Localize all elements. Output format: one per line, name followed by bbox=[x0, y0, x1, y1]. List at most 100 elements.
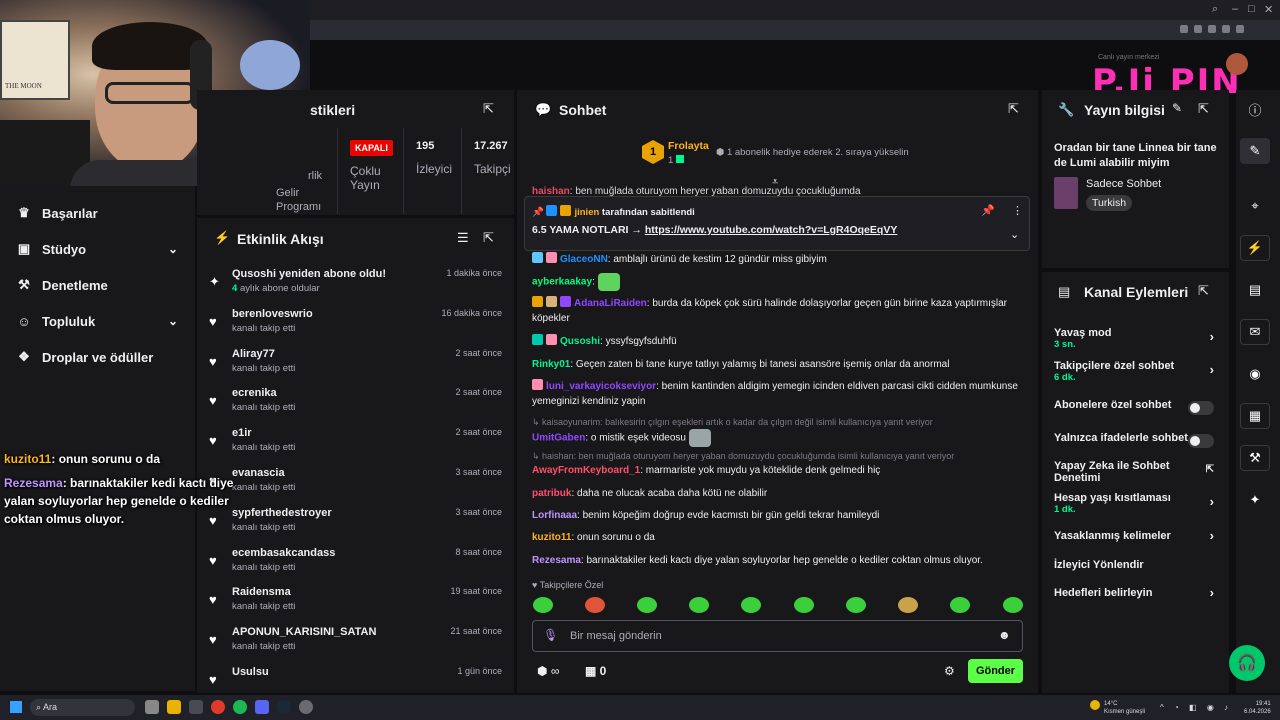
activity-name[interactable]: ecrenika bbox=[232, 387, 277, 399]
chat-username[interactable]: haishan bbox=[532, 186, 570, 196]
clock[interactable]: 19:41 6.04.2026 bbox=[1244, 700, 1271, 716]
microphone-icon[interactable]: 🎙 bbox=[543, 628, 558, 642]
lightning-icon[interactable]: ⚡ bbox=[1240, 235, 1270, 261]
action-goals[interactable]: Hedefleri belirleyin › bbox=[1054, 585, 1218, 600]
chevron-down-icon[interactable]: ⌄ bbox=[168, 314, 178, 328]
chat-username[interactable]: GlaceoNN bbox=[560, 254, 608, 265]
task-view-icon[interactable] bbox=[145, 700, 159, 714]
emote-icon[interactable] bbox=[1003, 597, 1023, 613]
reply-context[interactable]: ↳ haishan: ben muğlada oturuyom heryer y… bbox=[532, 451, 1022, 462]
activity-item[interactable]: ♥ Raidensma kanalı takip etti 19 saat önce bbox=[205, 586, 510, 626]
edit-icon[interactable]: ✎ bbox=[1240, 138, 1270, 164]
emote-icon[interactable] bbox=[689, 597, 709, 613]
activity-name[interactable]: e1ir bbox=[232, 427, 252, 439]
system-tray-icons[interactable]: ^ ◔ ◧ ◉ ♪ bbox=[1160, 703, 1232, 712]
pinned-link[interactable]: https://www.youtube.com/watch?v=LgR4OqeE… bbox=[645, 224, 898, 236]
search-icon[interactable]: ⌕ bbox=[1212, 3, 1218, 16]
chat-username[interactable]: AwayFromKeyboard_1 bbox=[532, 465, 640, 476]
emote-only-toggle[interactable] bbox=[1188, 434, 1214, 448]
emote-icon[interactable] bbox=[794, 597, 814, 613]
maximize-icon[interactable]: □ bbox=[1248, 3, 1255, 15]
activity-item[interactable]: ♥ berenloveswrio kanalı takip etti 16 dakik… bbox=[205, 308, 510, 348]
activity-name[interactable]: Usulsu bbox=[232, 666, 269, 678]
unpin-icon[interactable]: 📌 bbox=[981, 204, 995, 217]
popout-icon[interactable]: ⇱ bbox=[1008, 101, 1019, 117]
action-ai-moderation[interactable]: Yapay Zeka ile Sohbet Denetimi ⇱ bbox=[1054, 460, 1218, 484]
popout-icon[interactable]: ⇱ bbox=[1198, 101, 1209, 117]
emote-icon[interactable] bbox=[846, 597, 866, 613]
activity-item[interactable]: ♥ ecembasakcandass kanalı takip etti 8 saat… bbox=[205, 547, 510, 587]
taskbar-search[interactable]: ⌕ Ara bbox=[30, 699, 135, 716]
action-emote-only[interactable]: Yalnızca ifadelerle sohbet bbox=[1054, 432, 1218, 448]
chat-username[interactable]: patribuk bbox=[532, 488, 571, 499]
file-explorer-icon[interactable] bbox=[167, 700, 181, 714]
activity-item[interactable]: ♥ Aliray77 kanalı takip etti 2 saat önce bbox=[205, 348, 510, 388]
activity-item[interactable]: ♥ APONUN_KARISINI_SATAN kanalı takip etti 2… bbox=[205, 626, 510, 666]
category-name[interactable]: Sadece Sohbet bbox=[1086, 178, 1161, 190]
help-support-button[interactable]: 🎧 bbox=[1229, 645, 1265, 681]
info-icon[interactable]: ⓘ bbox=[1240, 96, 1270, 122]
close-icon[interactable]: ✕ bbox=[1264, 3, 1273, 16]
tag-badge[interactable]: Turkish bbox=[1086, 195, 1133, 211]
browser-extension-icons[interactable] bbox=[1180, 25, 1270, 35]
weather-widget[interactable]: 14°C Kısmen güneşli bbox=[1104, 700, 1145, 716]
chat-username[interactable]: UmitGaben bbox=[532, 433, 585, 444]
obs-icon[interactable] bbox=[299, 700, 313, 714]
gear-icon[interactable]: ⚙ bbox=[944, 664, 955, 678]
chat-icon[interactable]: ✉ bbox=[1240, 319, 1270, 345]
steam-icon[interactable] bbox=[277, 700, 291, 714]
chat-username[interactable]: Rinky01 bbox=[532, 359, 570, 370]
action-subscribers-only[interactable]: Abonelere özel sohbet bbox=[1054, 399, 1218, 415]
leaderboard-name[interactable]: Frolayta bbox=[668, 140, 709, 152]
category-thumbnail[interactable] bbox=[1054, 177, 1078, 209]
activity-item[interactable]: ✦ Qusoshi yeniden abone oldu! 4 aylık abon… bbox=[205, 268, 510, 308]
chat-username[interactable]: Rezesama bbox=[532, 555, 581, 566]
more-options-icon[interactable]: ⋮ bbox=[1012, 204, 1023, 217]
layout-icon[interactable]: ▦ bbox=[1240, 403, 1270, 429]
discord-icon[interactable] bbox=[255, 700, 269, 714]
activity-name[interactable]: ecembasakcandass bbox=[232, 547, 335, 559]
nav-item-moderation[interactable]: ⚒ Denetleme bbox=[16, 267, 186, 303]
broadcast-icon[interactable]: ◉ bbox=[1240, 361, 1270, 387]
chat-username[interactable]: AdanaLiRaiden bbox=[574, 298, 647, 309]
edit-icon[interactable]: ✎ bbox=[1172, 101, 1182, 115]
windows-start-icon[interactable] bbox=[10, 701, 22, 713]
popout-icon[interactable]: ⇱ bbox=[483, 101, 494, 117]
action-slow-mode[interactable]: Yavaş mod 3 sn. › bbox=[1054, 327, 1218, 350]
wrench-icon[interactable]: ⚒ bbox=[1240, 445, 1270, 471]
popout-icon[interactable]: ⇱ bbox=[1198, 283, 1209, 299]
emote-picker-icon[interactable]: ☻ bbox=[998, 628, 1011, 642]
action-account-age[interactable]: Hesap yaşı kısıtlaması 1 dk. › bbox=[1054, 492, 1218, 515]
activity-name[interactable]: Aliray77 bbox=[232, 348, 275, 360]
extensions-icon[interactable]: ✦ bbox=[1240, 487, 1270, 513]
activity-name[interactable]: Qusoshi yeniden abone oldu! bbox=[232, 268, 386, 280]
chat-username[interactable]: Lorfinaaa bbox=[532, 510, 577, 521]
browser-address-bar[interactable] bbox=[310, 20, 1280, 40]
channel-points[interactable]: ⬢ ∞ bbox=[537, 664, 559, 678]
emote-icon[interactable] bbox=[898, 597, 918, 613]
subscribers-only-toggle[interactable] bbox=[1188, 401, 1214, 415]
action-followers-only[interactable]: Takipçilere özel sohbet 6 dk. › bbox=[1054, 360, 1218, 383]
chevron-down-icon[interactable]: ⌄ bbox=[1010, 228, 1019, 241]
drops-counter[interactable]: ▦ 0 bbox=[585, 664, 606, 678]
emote-icon[interactable] bbox=[637, 597, 657, 613]
chat-username[interactable]: kuzito11 bbox=[532, 532, 571, 543]
activity-name[interactable]: berenloveswrio bbox=[232, 308, 313, 320]
activity-item[interactable]: ♥ ecrenika kanalı takip etti 2 saat önce bbox=[205, 387, 510, 427]
activity-name[interactable]: Raidensma bbox=[232, 586, 291, 598]
send-button[interactable]: Gönder bbox=[968, 659, 1023, 683]
reply-context[interactable]: ↳ kaisaoyunarim: balıkesirin çılgın eşek… bbox=[532, 417, 1022, 428]
chat-username[interactable]: Qusoshi bbox=[560, 336, 600, 347]
nav-item-drops[interactable]: ❖ Droplar ve ödüller bbox=[16, 339, 186, 375]
nav-item-achievements[interactable]: ♛ Başarılar bbox=[16, 195, 186, 231]
app-icon[interactable] bbox=[189, 700, 203, 714]
emote-icon[interactable] bbox=[741, 597, 761, 613]
nav-item-studio[interactable]: ▣ Stüdyo ⌄ bbox=[16, 231, 186, 267]
activity-name[interactable]: APONUN_KARISINI_SATAN bbox=[232, 626, 376, 638]
chat-username[interactable]: luni_varkayicokseviyor bbox=[546, 381, 656, 392]
emote-icon[interactable] bbox=[533, 597, 553, 613]
emote-icon[interactable] bbox=[950, 597, 970, 613]
list-icon[interactable]: ▤ bbox=[1240, 277, 1270, 303]
minimize-icon[interactable]: – bbox=[1232, 3, 1238, 15]
nav-item-community[interactable]: ☺ Topluluk ⌄ bbox=[16, 303, 186, 339]
